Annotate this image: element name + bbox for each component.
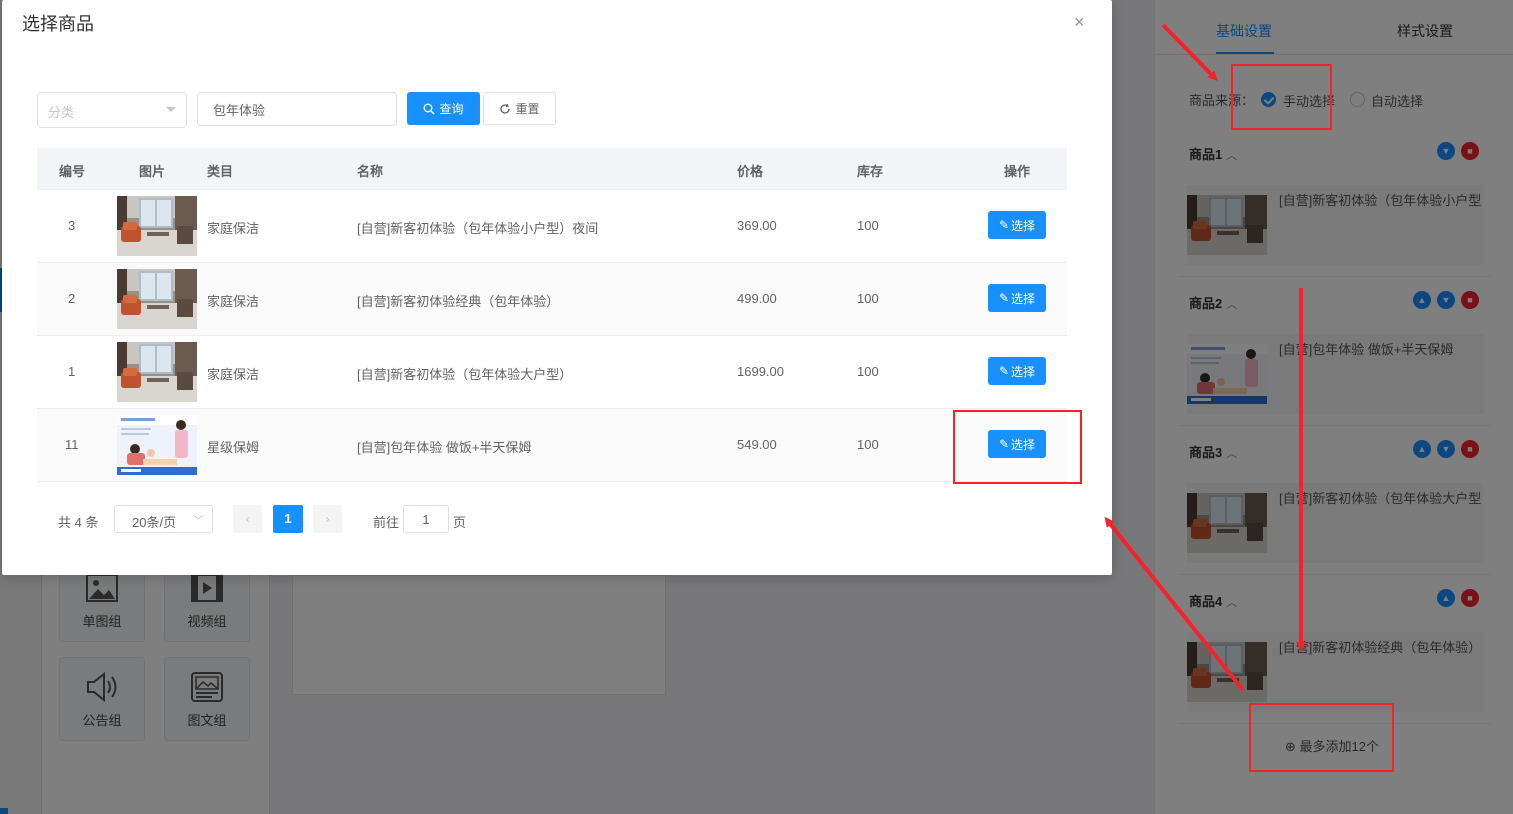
goto-label: 前往 — [373, 515, 400, 530]
cell-category: 星级保姆 — [207, 440, 260, 455]
cell-id: 2 — [68, 291, 76, 306]
cell-category: 家庭保洁 — [207, 221, 260, 236]
category-placeholder: 分类 — [48, 105, 75, 120]
page-number-current[interactable]: 1 — [273, 505, 303, 533]
total-count: 共 4 条 — [58, 515, 99, 530]
select-button-label: 选择 — [1011, 291, 1036, 306]
cell-stock: 100 — [857, 437, 879, 452]
product-image — [117, 342, 197, 402]
cell-id: 3 — [68, 218, 76, 233]
product-image — [117, 196, 197, 256]
page-size-select[interactable]: 20条/页 ﹀ — [114, 505, 213, 533]
chevron-down-icon — [166, 107, 176, 112]
cell-category: 家庭保洁 — [207, 294, 260, 309]
column-header-action: 操作 — [1004, 164, 1031, 179]
table-header: 编号 图片 类目 名称 价格 库存 操作 — [37, 148, 1067, 190]
select-button[interactable]: ✎ 选择 — [988, 284, 1046, 312]
product-table: 编号 图片 类目 名称 价格 库存 操作 3 家庭保洁 [自营]新客初体验（包年… — [37, 148, 1067, 482]
cell-stock: 100 — [857, 218, 879, 233]
next-page-button[interactable]: › — [313, 505, 342, 533]
page-size-value: 20条/页 — [132, 515, 177, 530]
column-header-name: 名称 — [357, 164, 384, 179]
cell-stock: 100 — [857, 291, 879, 306]
reset-button-label: 重置 — [515, 102, 540, 116]
cell-id: 1 — [68, 364, 76, 379]
close-icon[interactable]: × — [1074, 12, 1085, 33]
cell-id: 11 — [65, 437, 79, 452]
cell-name: [自营]新客初体验经典（包年体验） — [357, 294, 560, 309]
cell-price: 549.00 — [737, 437, 777, 452]
cell-price: 369.00 — [737, 218, 777, 233]
page-suffix: 页 — [453, 515, 467, 530]
edit-icon: ✎ — [998, 291, 1010, 305]
cell-stock: 100 — [857, 364, 879, 379]
search-icon — [423, 103, 435, 114]
table-row[interactable]: 1 家庭保洁 [自营]新客初体验（包年体验大户型） 1699.00 100 ✎ 选… — [37, 336, 1067, 409]
column-header-price: 价格 — [737, 164, 764, 179]
annotation-box-manual-select — [1231, 64, 1332, 130]
column-header-image: 图片 — [139, 164, 166, 179]
cell-price: 1699.00 — [737, 364, 784, 379]
select-button[interactable]: ✎ 选择 — [988, 211, 1046, 239]
goto-page-input[interactable] — [403, 505, 449, 533]
cell-category: 家庭保洁 — [207, 367, 260, 382]
cell-name: [自营]新客初体验（包年体验小户型）夜间 — [357, 221, 599, 236]
annotation-box-select-button — [953, 410, 1082, 484]
product-image — [117, 269, 197, 329]
select-product-dialog: 选择商品 × 分类 查询 重置 编号 图片 类目 名称 价格 库存 操作 3 家… — [2, 0, 1112, 575]
keyword-input[interactable] — [197, 92, 397, 126]
chevron-down-icon: ﹀ — [193, 515, 204, 527]
edit-icon: ✎ — [998, 364, 1010, 378]
annotation-box-add-more — [1249, 703, 1394, 772]
column-header-category: 类目 — [207, 164, 234, 179]
product-image — [117, 415, 197, 475]
column-header-stock: 库存 — [857, 164, 884, 179]
select-button-label: 选择 — [1011, 364, 1036, 379]
cell-name: [自营]新客初体验（包年体验大户型） — [357, 367, 573, 382]
column-header-id: 编号 — [59, 164, 86, 179]
table-row[interactable]: 2 家庭保洁 [自营]新客初体验经典（包年体验） 499.00 100 ✎ 选择 — [37, 263, 1067, 336]
select-button[interactable]: ✎ 选择 — [988, 357, 1046, 385]
refresh-icon — [500, 103, 511, 114]
search-button[interactable]: 查询 — [407, 92, 480, 125]
cell-name: [自营]包年体验 做饭+半天保姆 — [357, 440, 532, 455]
table-row[interactable]: 11 星级保姆 [自营]包年体验 做饭+半天保姆 549.00 100 ✎ 选择 — [37, 409, 1067, 482]
prev-page-button[interactable]: ‹ — [233, 505, 262, 533]
dialog-title: 选择商品 — [22, 14, 94, 34]
select-button-label: 选择 — [1011, 218, 1036, 233]
table-row[interactable]: 3 家庭保洁 [自营]新客初体验（包年体验小户型）夜间 369.00 100 ✎… — [37, 190, 1067, 263]
cell-price: 499.00 — [737, 291, 777, 306]
search-button-label: 查询 — [439, 102, 464, 116]
edit-icon: ✎ — [998, 218, 1010, 232]
category-select[interactable]: 分类 — [37, 92, 187, 128]
reset-button[interactable]: 重置 — [483, 92, 556, 125]
pagination: 共 4 条 20条/页 ﹀ ‹ 1 › 前往 页 — [37, 504, 637, 534]
